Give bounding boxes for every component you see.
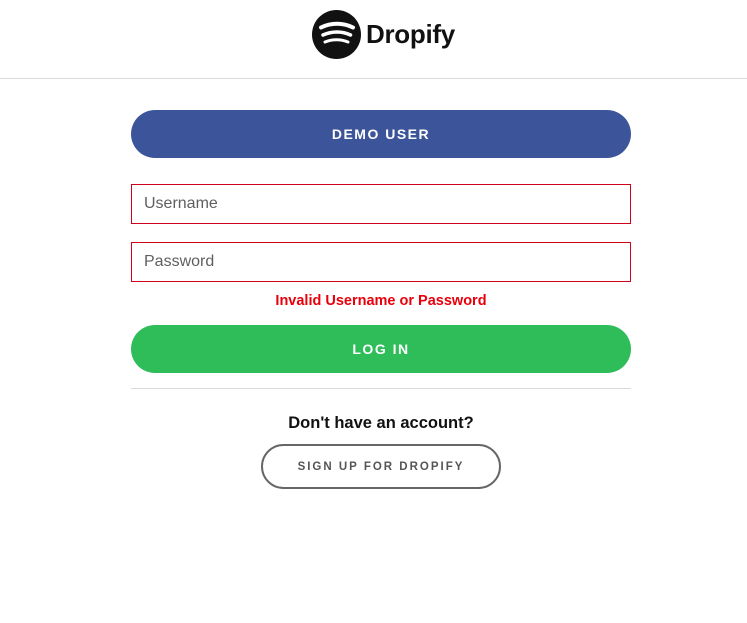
- login-button[interactable]: LOG IN: [131, 325, 631, 373]
- error-message: Invalid Username or Password: [275, 293, 487, 309]
- demo-user-button[interactable]: DEMO USER: [131, 110, 631, 158]
- signup-button[interactable]: SIGN UP FOR DROPIFY: [261, 444, 501, 489]
- username-input[interactable]: [131, 184, 631, 224]
- password-input[interactable]: [131, 242, 631, 282]
- header: Dropify: [0, 0, 747, 79]
- signup-prompt: Don't have an account?: [288, 414, 474, 432]
- dropify-logo-icon: [312, 10, 361, 59]
- login-form: DEMO USER Invalid Username or Password L…: [131, 110, 631, 489]
- brand[interactable]: Dropify: [312, 10, 455, 59]
- brand-name: Dropify: [366, 19, 455, 49]
- divider: [131, 388, 631, 389]
